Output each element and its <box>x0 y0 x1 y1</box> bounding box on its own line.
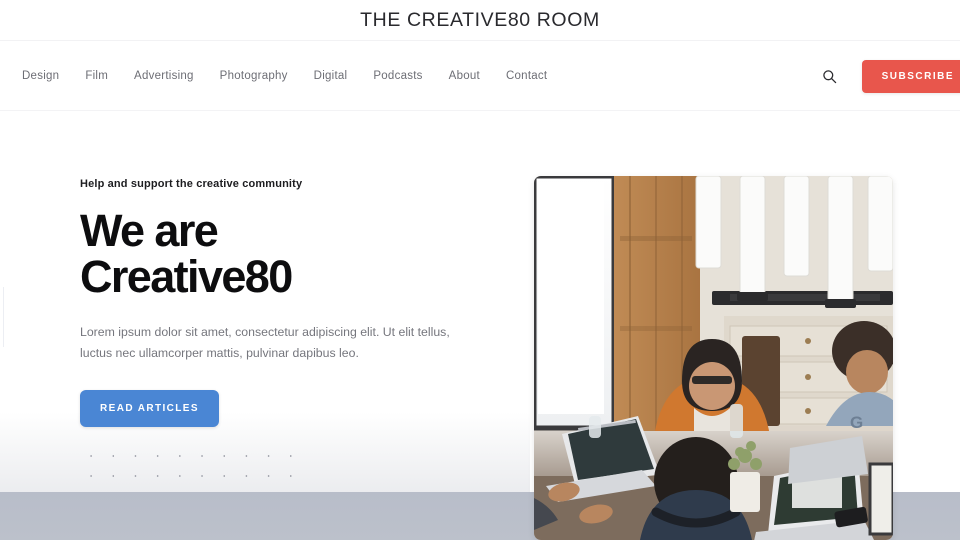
hero-photo-illustration: G <box>534 176 893 540</box>
hero-eyebrow: Help and support the creative community <box>80 178 303 190</box>
left-guide-line <box>3 287 4 347</box>
read-articles-button[interactable]: READ ARTICLES <box>80 390 219 427</box>
hero-headline-line-2: Creative80 <box>80 251 293 302</box>
hero-photo: G <box>534 176 893 540</box>
nav-item-digital[interactable]: Digital <box>314 66 361 86</box>
main-navigation: Design Film Advertising Photography Digi… <box>0 41 960 111</box>
subscribe-button[interactable]: SUBSCRIBE <box>861 59 960 93</box>
hero-body-text: Lorem ipsum dolor sit amet, consectetur … <box>80 325 450 360</box>
landing-page: THE CREATIVE80 ROOM Design Film Advertis… <box>0 0 960 540</box>
hero-headline: We are Creative80 <box>80 208 500 300</box>
nav-item-photography[interactable]: Photography <box>220 66 301 86</box>
site-titlebar: THE CREATIVE80 ROOM <box>0 0 960 41</box>
nav-item-contact[interactable]: Contact <box>506 66 560 86</box>
hero-text-block: Help and support the creative community … <box>80 178 500 427</box>
nav-item-advertising[interactable]: Advertising <box>134 66 207 86</box>
page-title: THE CREATIVE80 ROOM <box>360 8 600 31</box>
search-icon[interactable] <box>818 64 842 88</box>
nav-item-about[interactable]: About <box>449 66 493 86</box>
hero-section: Help and support the creative community … <box>0 112 960 540</box>
nav-item-film[interactable]: Film <box>85 66 121 86</box>
nav-item-design[interactable]: Design <box>22 66 72 86</box>
hero-headline-line-1: We are <box>80 205 219 256</box>
nav-links: Design Film Advertising Photography Digi… <box>22 66 560 86</box>
svg-text:G: G <box>850 413 863 432</box>
nav-actions: SUBSCRIBE <box>818 41 960 111</box>
nav-item-podcasts[interactable]: Podcasts <box>373 66 435 86</box>
